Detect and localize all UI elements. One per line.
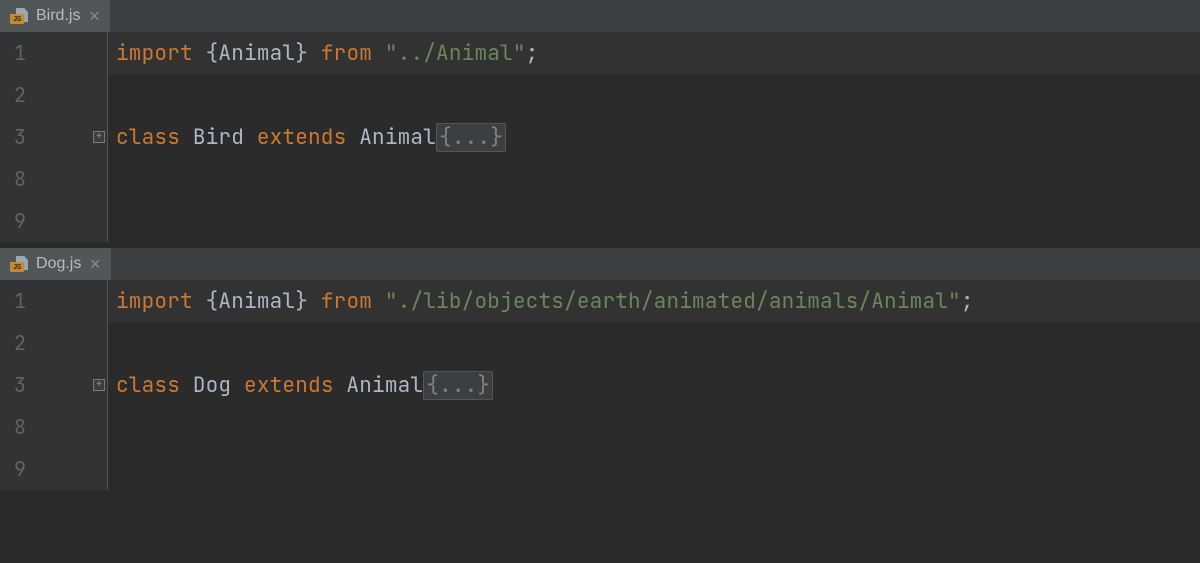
line-number[interactable]: 2: [0, 322, 107, 364]
line-number[interactable]: 2: [0, 74, 107, 116]
tab-bar: JS Dog.js ✕: [0, 248, 1200, 280]
code-line[interactable]: [108, 448, 1200, 490]
code-area[interactable]: 123+89import {Animal} from "../Animal";c…: [0, 32, 1200, 242]
code-token: ;: [526, 40, 539, 67]
code-token: }: [295, 288, 321, 315]
code-token: from: [321, 288, 385, 315]
line-number[interactable]: 3+: [0, 364, 107, 406]
code-token: Animal: [218, 288, 295, 315]
code-token: extends: [244, 372, 346, 399]
code-token: Animal: [218, 40, 295, 67]
code-line[interactable]: [108, 158, 1200, 200]
code-token: {: [206, 40, 219, 67]
code-line[interactable]: [108, 406, 1200, 448]
js-file-icon: JS: [10, 256, 28, 272]
code-line[interactable]: import {Animal} from "../Animal";: [108, 32, 1200, 74]
fold-expand-icon[interactable]: +: [93, 131, 105, 143]
tab-bar: JS Bird.js ✕: [0, 0, 1200, 32]
file-tab[interactable]: JS Dog.js ✕: [0, 248, 111, 280]
editor-pane: JSDog.js✕123+89import {Animal} from "./l…: [0, 248, 1200, 490]
code-token: class: [116, 372, 193, 399]
code-line[interactable]: [108, 74, 1200, 116]
fold-expand-icon[interactable]: +: [93, 379, 105, 391]
code-token: Animal: [359, 124, 436, 151]
code-content[interactable]: import {Animal} from "./lib/objects/eart…: [108, 280, 1200, 490]
code-content[interactable]: import {Animal} from "../Animal";class B…: [108, 32, 1200, 242]
code-area[interactable]: 123+89import {Animal} from "./lib/object…: [0, 280, 1200, 490]
close-icon[interactable]: ✕: [88, 8, 100, 25]
line-number[interactable]: 8: [0, 158, 107, 200]
folded-region[interactable]: {...}: [436, 123, 506, 152]
code-token: from: [321, 40, 385, 67]
tab-filename: Dog.js: [36, 255, 81, 273]
code-token: }: [295, 40, 321, 67]
code-token: Animal: [346, 372, 423, 399]
code-line[interactable]: import {Animal} from "./lib/objects/eart…: [108, 280, 1200, 322]
code-token: Dog: [193, 372, 244, 399]
code-token: Bird: [193, 124, 257, 151]
code-line[interactable]: class Bird extends Animal{...}: [108, 116, 1200, 158]
code-token: extends: [257, 124, 359, 151]
code-token: {: [206, 288, 219, 315]
code-token: "../Animal": [385, 40, 526, 67]
code-token: "./lib/objects/earth/animated/animals/An…: [385, 288, 961, 315]
close-icon[interactable]: ✕: [89, 256, 101, 273]
code-line[interactable]: class Dog extends Animal{...}: [108, 364, 1200, 406]
code-token: import: [116, 288, 206, 315]
file-tab[interactable]: JS Bird.js ✕: [0, 0, 110, 32]
line-number[interactable]: 1: [0, 280, 107, 322]
gutter: 123+89: [0, 280, 108, 490]
line-number[interactable]: 3+: [0, 116, 107, 158]
code-line[interactable]: [108, 322, 1200, 364]
js-file-icon: JS: [10, 8, 28, 24]
line-number[interactable]: 1: [0, 32, 107, 74]
line-number[interactable]: 8: [0, 406, 107, 448]
folded-region[interactable]: {...}: [423, 371, 493, 400]
code-token: import: [116, 40, 206, 67]
code-token: ;: [961, 288, 974, 315]
gutter: 123+89: [0, 32, 108, 242]
tab-filename: Bird.js: [36, 7, 80, 25]
code-token: class: [116, 124, 193, 151]
line-number[interactable]: 9: [0, 200, 107, 242]
line-number[interactable]: 9: [0, 448, 107, 490]
code-line[interactable]: [108, 200, 1200, 242]
editor-pane: JSBird.js✕123+89import {Animal} from "..…: [0, 0, 1200, 242]
